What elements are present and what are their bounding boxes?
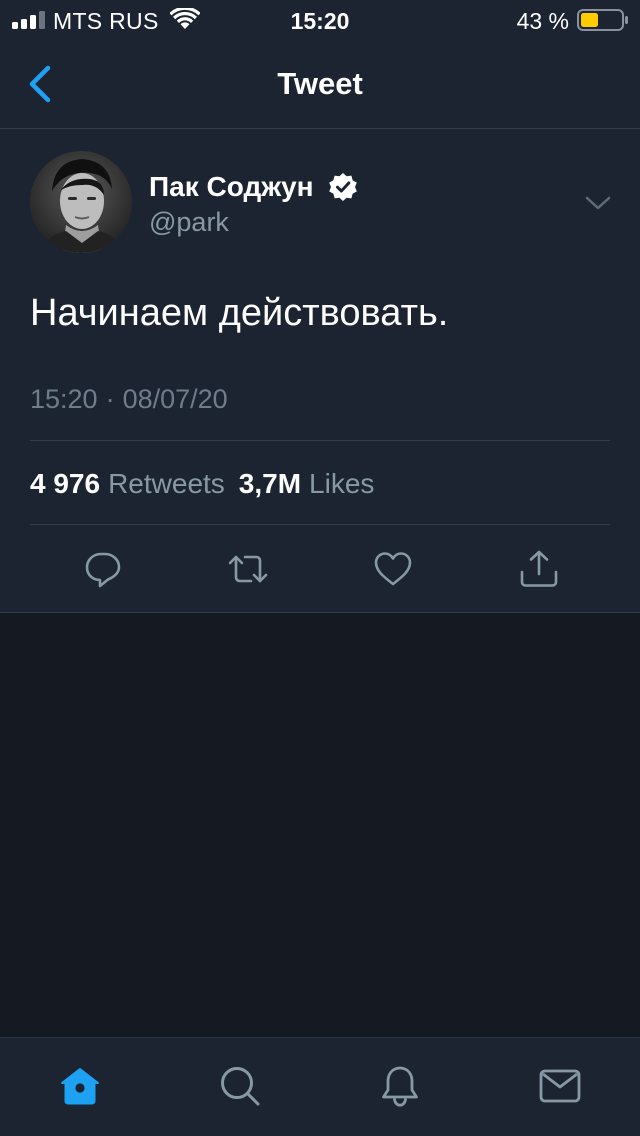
chevron-down-icon: [585, 196, 611, 210]
retweets-count[interactable]: 4 976: [30, 468, 100, 499]
tweet-time: 15:20: [30, 384, 98, 414]
reply-button[interactable]: [81, 547, 125, 591]
tab-messages[interactable]: [538, 1064, 582, 1108]
tab-notifications[interactable]: [378, 1064, 422, 1108]
battery-level-fill: [581, 13, 598, 27]
retweet-icon: [228, 555, 268, 583]
meta-separator: ·: [105, 384, 115, 414]
reply-icon: [85, 552, 121, 588]
heart-icon: [374, 552, 412, 586]
bell-icon: [382, 1066, 418, 1107]
tweet-card: Пак Соджун @park Начинаем действовать. 1…: [0, 129, 640, 613]
like-button[interactable]: [371, 547, 415, 591]
tweet-options-button[interactable]: [584, 193, 612, 213]
likes-label[interactable]: Likes: [309, 468, 374, 499]
tweet-stats: 4 976 Retweets 3,7M Likes: [30, 467, 388, 501]
tab-search[interactable]: [218, 1064, 262, 1108]
author-display-name[interactable]: Пак Соджун: [149, 170, 314, 204]
author-handle[interactable]: @park: [149, 205, 229, 239]
verified-badge-icon: [328, 173, 357, 201]
retweets-label[interactable]: Retweets: [108, 468, 225, 499]
likes-count[interactable]: 3,7M: [239, 468, 301, 499]
tweet-date: 08/07/20: [122, 384, 228, 414]
envelope-icon: [539, 1069, 581, 1103]
author-name-row: Пак Соджун: [149, 169, 358, 205]
battery-percent: 43 %: [516, 8, 569, 34]
divider: [30, 440, 610, 441]
page-title: Tweet: [277, 66, 363, 101]
tweet-text: Начинаем действовать.: [30, 292, 449, 334]
tweet-detail-screen: MTS RUS 15:20 43 % Tweet Пак Соджун @par…: [0, 0, 640, 1136]
avatar[interactable]: [30, 151, 132, 253]
retweet-button[interactable]: [226, 547, 270, 591]
status-bar: MTS RUS 15:20 43 %: [0, 0, 640, 40]
tab-bar: [0, 1037, 640, 1136]
share-button[interactable]: [517, 547, 561, 591]
tab-home[interactable]: [58, 1064, 102, 1108]
home-icon: [61, 1068, 99, 1105]
navigation-bar: Tweet: [0, 40, 640, 129]
tweet-timestamp: 15:20 · 08/07/20: [30, 383, 228, 415]
battery-icon: [577, 9, 628, 31]
divider: [30, 524, 610, 525]
share-icon: [520, 550, 558, 587]
avatar-photo: [30, 151, 132, 253]
tweet-actions: [0, 547, 640, 591]
search-icon: [221, 1067, 260, 1106]
